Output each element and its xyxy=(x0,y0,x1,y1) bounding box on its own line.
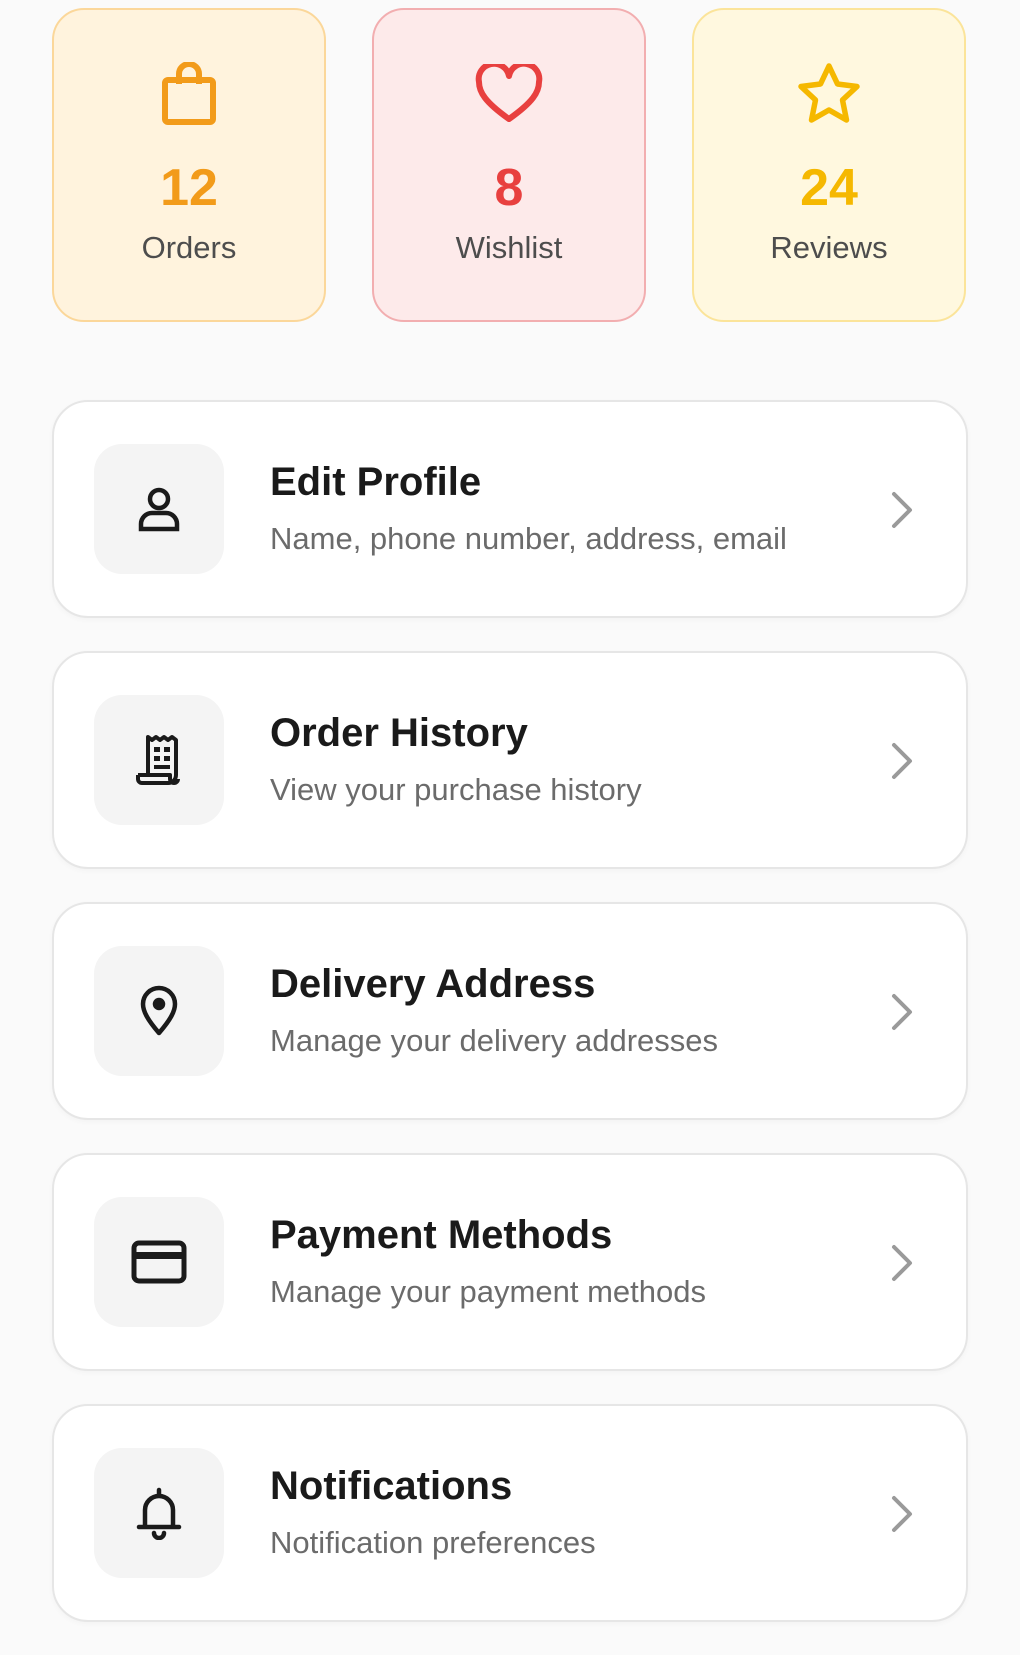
menu-subtitle: Notification preferences xyxy=(270,1525,596,1560)
stat-card-orders[interactable]: 12 Orders xyxy=(52,8,326,322)
credit-card-icon xyxy=(131,1240,187,1284)
reviews-count: 24 xyxy=(800,159,858,217)
chevron-right-icon xyxy=(882,1241,922,1285)
shopping-bag-icon xyxy=(153,58,225,130)
menu-title: Edit Profile xyxy=(270,460,482,504)
reviews-label: Reviews xyxy=(770,230,888,265)
orders-label: Orders xyxy=(141,230,237,265)
orders-count: 12 xyxy=(160,159,218,217)
chevron-right-icon xyxy=(882,488,922,532)
menu-icon-box xyxy=(94,1197,224,1327)
menu-subtitle: Name, phone number, address, email xyxy=(270,521,787,556)
stat-card-wishlist[interactable]: 8 Wishlist xyxy=(372,8,646,322)
chevron-right-icon xyxy=(882,739,922,783)
chevron-right-icon xyxy=(882,1492,922,1536)
menu-item-notifications[interactable]: Notifications Notification preferences xyxy=(52,1404,968,1622)
wishlist-count: 8 xyxy=(494,159,524,217)
bell-icon xyxy=(136,1487,182,1540)
wishlist-label: Wishlist xyxy=(455,230,563,265)
user-icon xyxy=(138,487,180,532)
menu-subtitle: View your purchase history xyxy=(270,772,642,807)
chevron-right-icon xyxy=(882,990,922,1034)
menu-item-order-history[interactable]: Order History View your purchase history xyxy=(52,651,968,869)
menu-subtitle: Manage your delivery addresses xyxy=(270,1023,719,1058)
menu-icon-box xyxy=(94,444,224,574)
menu-title: Payment Methods xyxy=(270,1213,613,1257)
menu-icon-box xyxy=(94,1448,224,1578)
menu-title: Notifications xyxy=(270,1464,513,1508)
menu-icon-box xyxy=(94,695,224,825)
menu-title: Order History xyxy=(270,711,528,755)
menu-item-payment-methods[interactable]: Payment Methods Manage your payment meth… xyxy=(52,1153,968,1371)
menu-item-edit-profile[interactable]: Edit Profile Name, phone number, address… xyxy=(52,400,968,618)
menu-title: Delivery Address xyxy=(270,962,596,1006)
stats-row: 12 Orders 8 Wishlist 24 Reviews xyxy=(52,8,968,322)
star-icon xyxy=(793,58,865,130)
heart-icon xyxy=(473,58,545,130)
menu-subtitle: Manage your payment methods xyxy=(270,1274,706,1309)
stat-card-reviews[interactable]: 24 Reviews xyxy=(692,8,966,322)
location-pin-icon xyxy=(140,985,178,1036)
menu-item-delivery-address[interactable]: Delivery Address Manage your delivery ad… xyxy=(52,902,968,1120)
receipt-icon xyxy=(136,735,180,785)
menu-icon-box xyxy=(94,946,224,1076)
account-menu: Edit Profile Name, phone number, address… xyxy=(52,400,968,1655)
